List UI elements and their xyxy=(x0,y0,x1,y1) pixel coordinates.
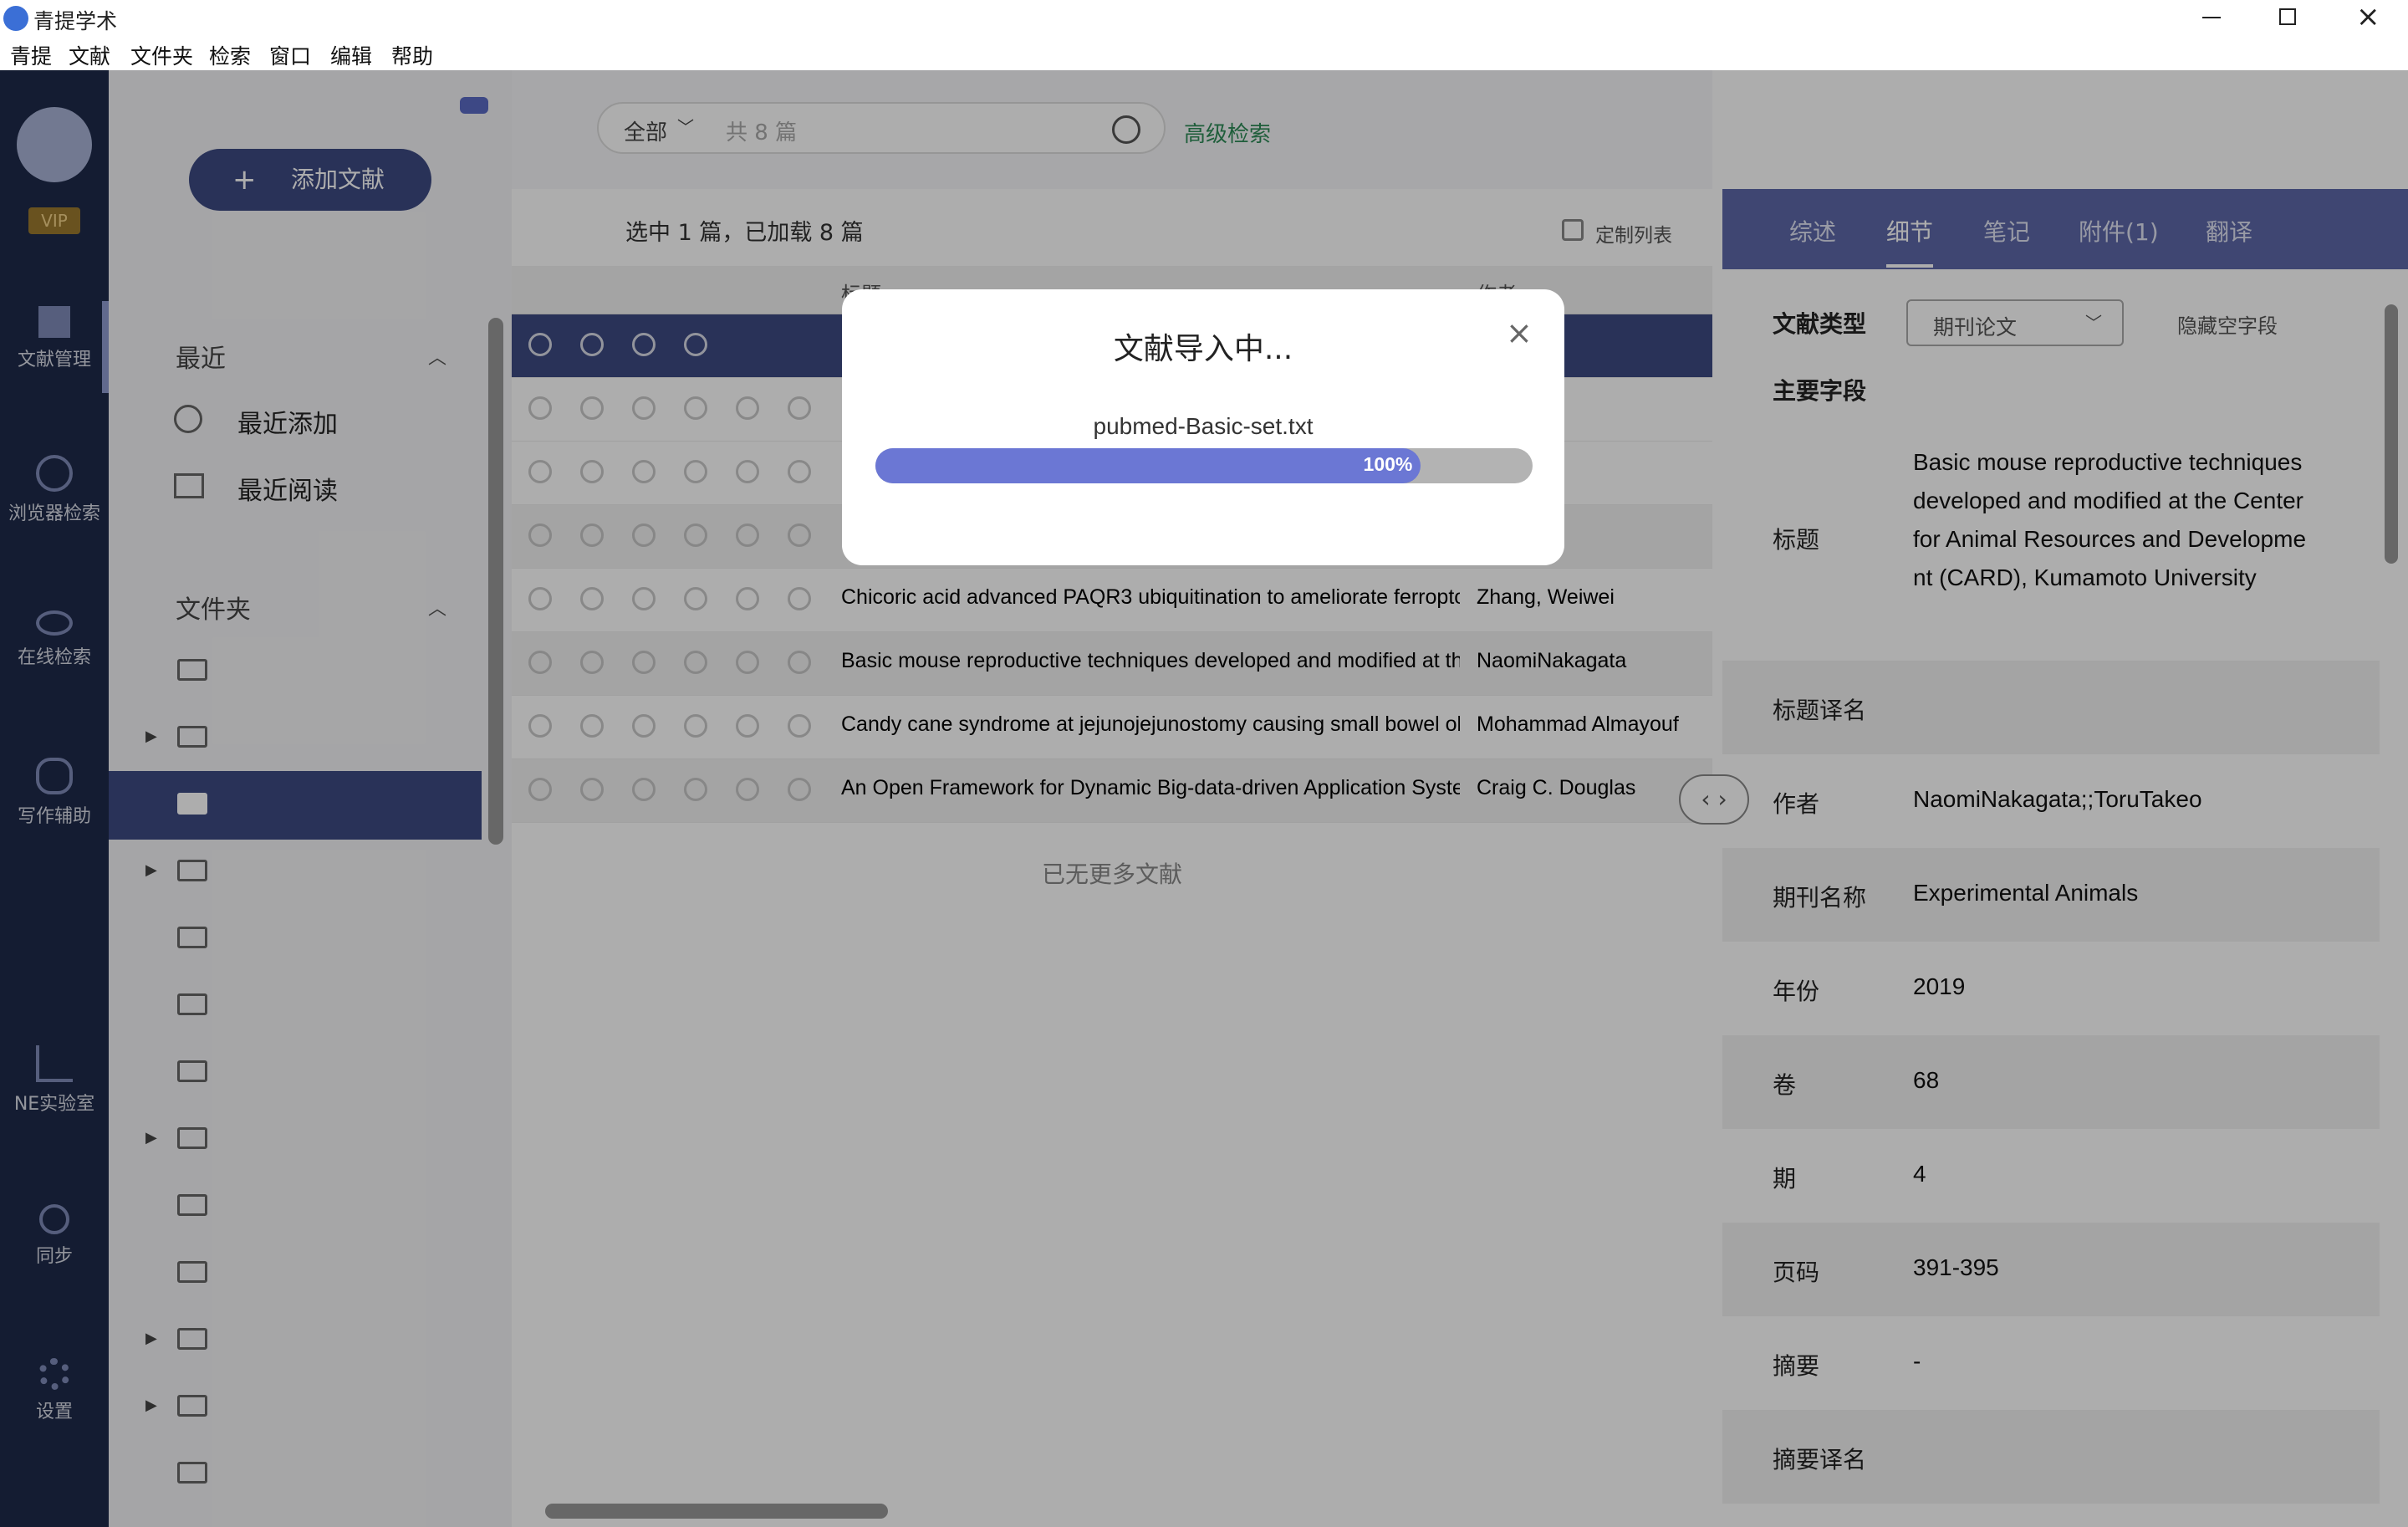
menu-documents[interactable]: 文献 xyxy=(69,40,110,70)
app-title: 青提学术 xyxy=(33,9,118,33)
menu-search[interactable]: 检索 xyxy=(209,40,251,70)
menu-qingti[interactable]: 青提 xyxy=(10,40,52,70)
progress-bar: 100% xyxy=(875,448,1533,483)
menu-edit[interactable]: 编辑 xyxy=(330,40,372,70)
close-window-icon[interactable]: × xyxy=(2356,0,2380,33)
import-progress-dialog: 文献导入中... × pubmed-Basic-set.txt 100% xyxy=(842,289,1564,565)
dialog-title: 文献导入中... xyxy=(1113,332,1293,366)
menu-window[interactable]: 窗口 xyxy=(269,40,311,70)
menu-help[interactable]: 帮助 xyxy=(391,40,433,70)
title-bar: 青提学术 × xyxy=(0,0,2408,37)
progress-bar-fill: 100% xyxy=(875,448,1421,483)
app-logo-icon xyxy=(3,6,28,31)
import-filename: pubmed-Basic-set.txt xyxy=(1093,413,1314,439)
minimize-icon[interactable] xyxy=(2202,17,2221,18)
menu-folders[interactable]: 文件夹 xyxy=(130,40,193,70)
close-icon[interactable]: × xyxy=(1506,314,1533,351)
restore-icon[interactable] xyxy=(2279,8,2296,25)
menu-bar: 青提 文献 文件夹 检索 窗口 编辑 帮助 xyxy=(0,37,2408,70)
progress-label: 100% xyxy=(1363,453,1413,475)
